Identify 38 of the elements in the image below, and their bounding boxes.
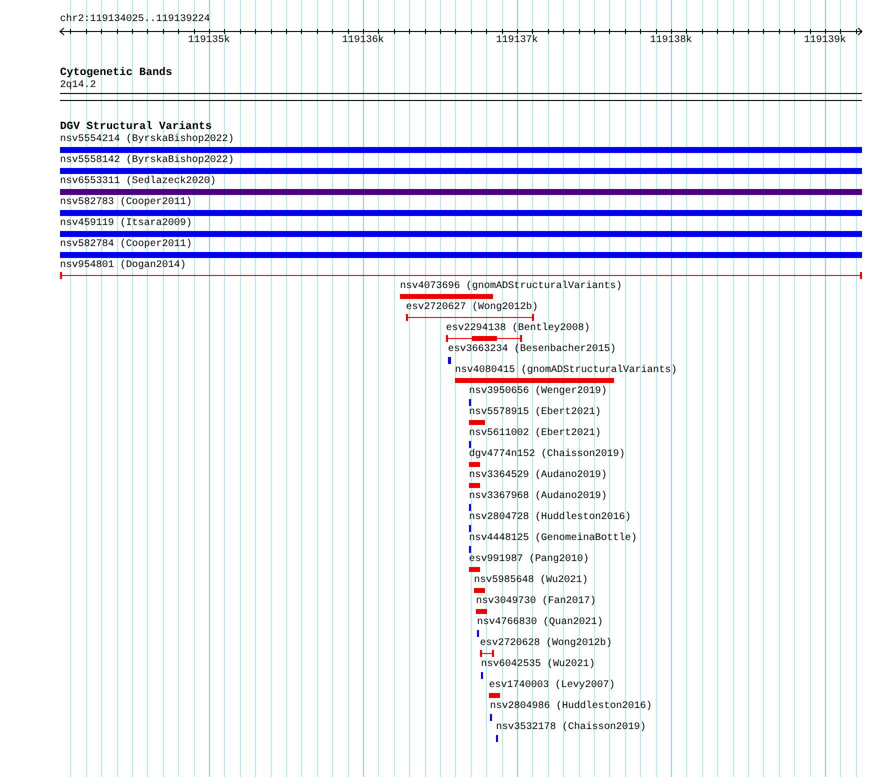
variant-label: nsv3532178 (Chaisson2019): [496, 722, 646, 734]
variant-label: nsv4073696 (gnomADStructuralVariants): [400, 281, 622, 293]
tick-label: 119139k: [802, 35, 847, 47]
variant-label: nsv4448125 (GenomeinaBottle): [469, 533, 638, 545]
variant-label: nsv5611002 (Ebert2021): [469, 428, 602, 440]
variant-label: nsv3049730 (Fan2017): [476, 596, 596, 608]
variant-label: nsv4766830 (Quan2021): [477, 617, 604, 629]
track-title: DGV Structural Variants: [60, 121, 212, 134]
variant-label: nsv6553311 (Sedlazeck2020): [60, 176, 216, 188]
variant-label: nsv5554214 (ByrskaBishop2022): [60, 134, 234, 146]
location-label: chr2:119134025..119139224: [60, 14, 210, 26]
tick-label: 119135k: [186, 35, 231, 47]
track-title: Cytogenetic Bands: [60, 67, 172, 80]
tick-label: 119137k: [494, 35, 539, 47]
variant-label: esv2294138 (Bentley2008): [446, 323, 590, 335]
variant-label: nsv3367968 (Audano2019): [469, 491, 608, 503]
tick-label: 119138k: [648, 35, 693, 47]
variant-label: nsv582783 (Cooper2011): [60, 197, 192, 209]
variant-label: nsv5578915 (Ebert2021): [469, 407, 602, 419]
variant-label: esv2720627 (Wong2012b): [406, 302, 538, 314]
variant-label: dgv4774n152 (Chaisson2019): [469, 449, 626, 461]
variant-label: nsv3950656 (Wenger2019): [469, 386, 608, 398]
variant-label: nsv3364529 (Audano2019): [469, 470, 608, 482]
variant-label: nsv5558142 (ByrskaBishop2022): [60, 155, 234, 167]
variant-label: nsv4080415 (gnomADStructuralVariants): [455, 365, 678, 377]
tick-label: 119136k: [340, 35, 385, 47]
band-label: 2q14.2: [60, 80, 96, 92]
variant-label: nsv2804986 (Huddleston2016): [490, 701, 652, 713]
variant-label: nsv2804728 (Huddleston2016): [469, 512, 632, 524]
variant-label: nsv459119 (Itsara2009): [60, 218, 192, 230]
variant-label: nsv582784 (Cooper2011): [60, 239, 192, 251]
variant-label: esv3663234 (Besenbacher2015): [448, 344, 616, 356]
variant-label: esv991987 (Pang2010): [469, 554, 590, 566]
variant-label: nsv954801 (Dogan2014): [60, 260, 186, 272]
variant-label: nsv6042535 (Wu2021): [481, 659, 596, 671]
variant-label: esv1740003 (Levy2007): [489, 680, 616, 692]
variant-label: nsv5985648 (Wu2021): [474, 575, 588, 587]
variant-label: esv2720628 (Wong2012b): [480, 638, 612, 650]
